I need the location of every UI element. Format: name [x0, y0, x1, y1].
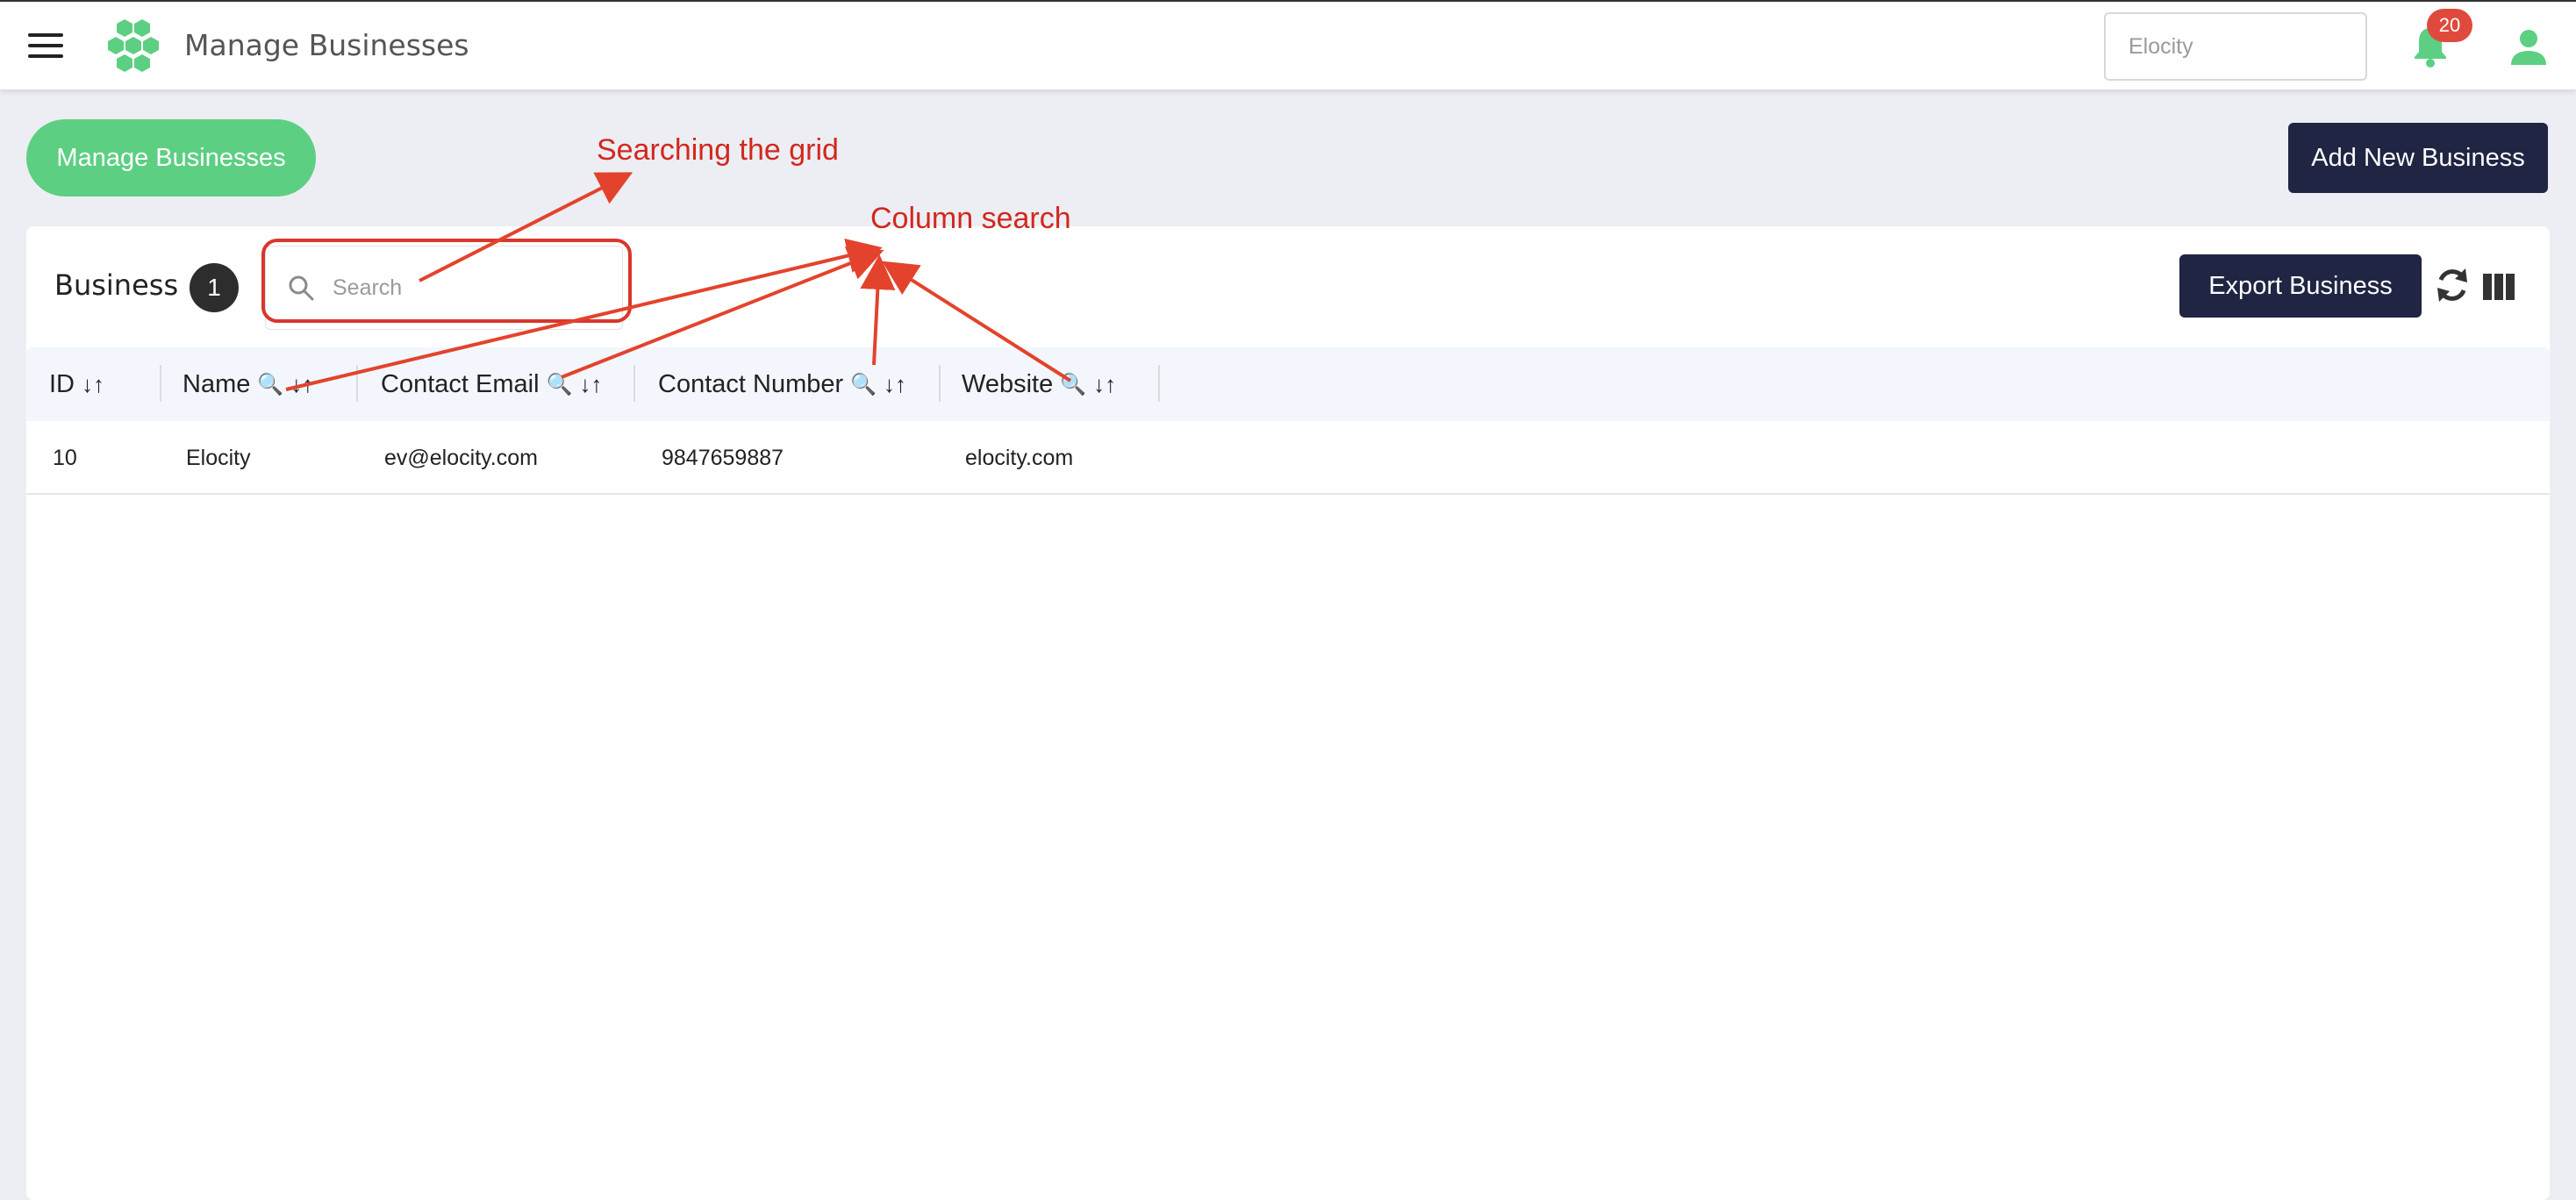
column-label: ID: [49, 369, 75, 398]
sort-icon[interactable]: ↓↑: [884, 371, 906, 398]
breadcrumb-pill[interactable]: Manage Businesses: [26, 119, 316, 196]
business-card: Business 1 Export Business ID ↓↑ Name 🔍 …: [26, 226, 2550, 1200]
sort-icon[interactable]: ↓↑: [1093, 371, 1116, 398]
top-bar: Manage Businesses Elocity 20: [0, 0, 2576, 89]
sort-icon[interactable]: ↓↑: [290, 371, 313, 398]
logo-icon: [108, 19, 159, 72]
column-label: Name: [182, 369, 251, 398]
column-divider: [1158, 365, 1160, 402]
cell-website: elocity.com: [965, 445, 1074, 470]
notification-badge: 20: [2427, 9, 2472, 42]
table-row[interactable]: 10 Elocity ev@elocity.com 9847659887 elo…: [26, 421, 2550, 495]
column-divider: [160, 365, 161, 402]
column-divider: [356, 365, 358, 402]
column-search-icon[interactable]: 🔍: [850, 372, 877, 397]
organization-selector-value: Elocity: [2129, 33, 2193, 59]
column-divider: [633, 365, 635, 402]
refresh-icon[interactable]: [2434, 265, 2471, 305]
column-header-contact-email[interactable]: Contact Email 🔍 ↓↑: [381, 347, 602, 421]
table-header: ID ↓↑ Name 🔍 ↓↑ Contact Email 🔍 ↓↑ Conta…: [26, 347, 2550, 421]
column-label: Contact Email: [381, 369, 540, 398]
organization-selector[interactable]: Elocity: [2104, 12, 2367, 81]
sort-icon[interactable]: ↓↑: [579, 371, 602, 398]
cell-contact-email: ev@elocity.com: [384, 445, 538, 470]
add-new-business-button[interactable]: Add New Business: [2288, 123, 2548, 193]
grid-search-input[interactable]: [333, 275, 596, 301]
annotation-column-search: Column search: [870, 202, 1071, 235]
column-label: Contact Number: [658, 369, 844, 398]
column-divider: [939, 365, 941, 402]
card-title: Business: [54, 268, 179, 302]
grid-search-box[interactable]: [265, 246, 623, 330]
column-header-id[interactable]: ID ↓↑: [49, 347, 104, 421]
column-label: Website: [962, 369, 1054, 398]
cell-contact-number: 9847659887: [662, 445, 784, 470]
column-search-icon[interactable]: 🔍: [1060, 372, 1086, 397]
user-icon[interactable]: [2509, 28, 2548, 67]
column-header-contact-number[interactable]: Contact Number 🔍 ↓↑: [658, 347, 906, 421]
column-search-icon[interactable]: 🔍: [547, 372, 573, 397]
columns-icon[interactable]: [2483, 274, 2515, 300]
column-header-website[interactable]: Website 🔍 ↓↑: [962, 347, 1116, 421]
annotation-grid-search: Searching the grid: [597, 133, 839, 167]
app-title: Manage Businesses: [184, 28, 469, 62]
column-header-name[interactable]: Name 🔍 ↓↑: [182, 347, 313, 421]
cell-name: Elocity: [186, 445, 251, 470]
column-search-icon[interactable]: 🔍: [257, 372, 283, 397]
sort-icon[interactable]: ↓↑: [82, 371, 104, 398]
search-icon: [289, 275, 314, 301]
record-count-badge: 1: [190, 263, 239, 312]
cell-id: 10: [53, 445, 77, 470]
export-business-button[interactable]: Export Business: [2179, 254, 2422, 318]
menu-icon[interactable]: [28, 33, 63, 60]
